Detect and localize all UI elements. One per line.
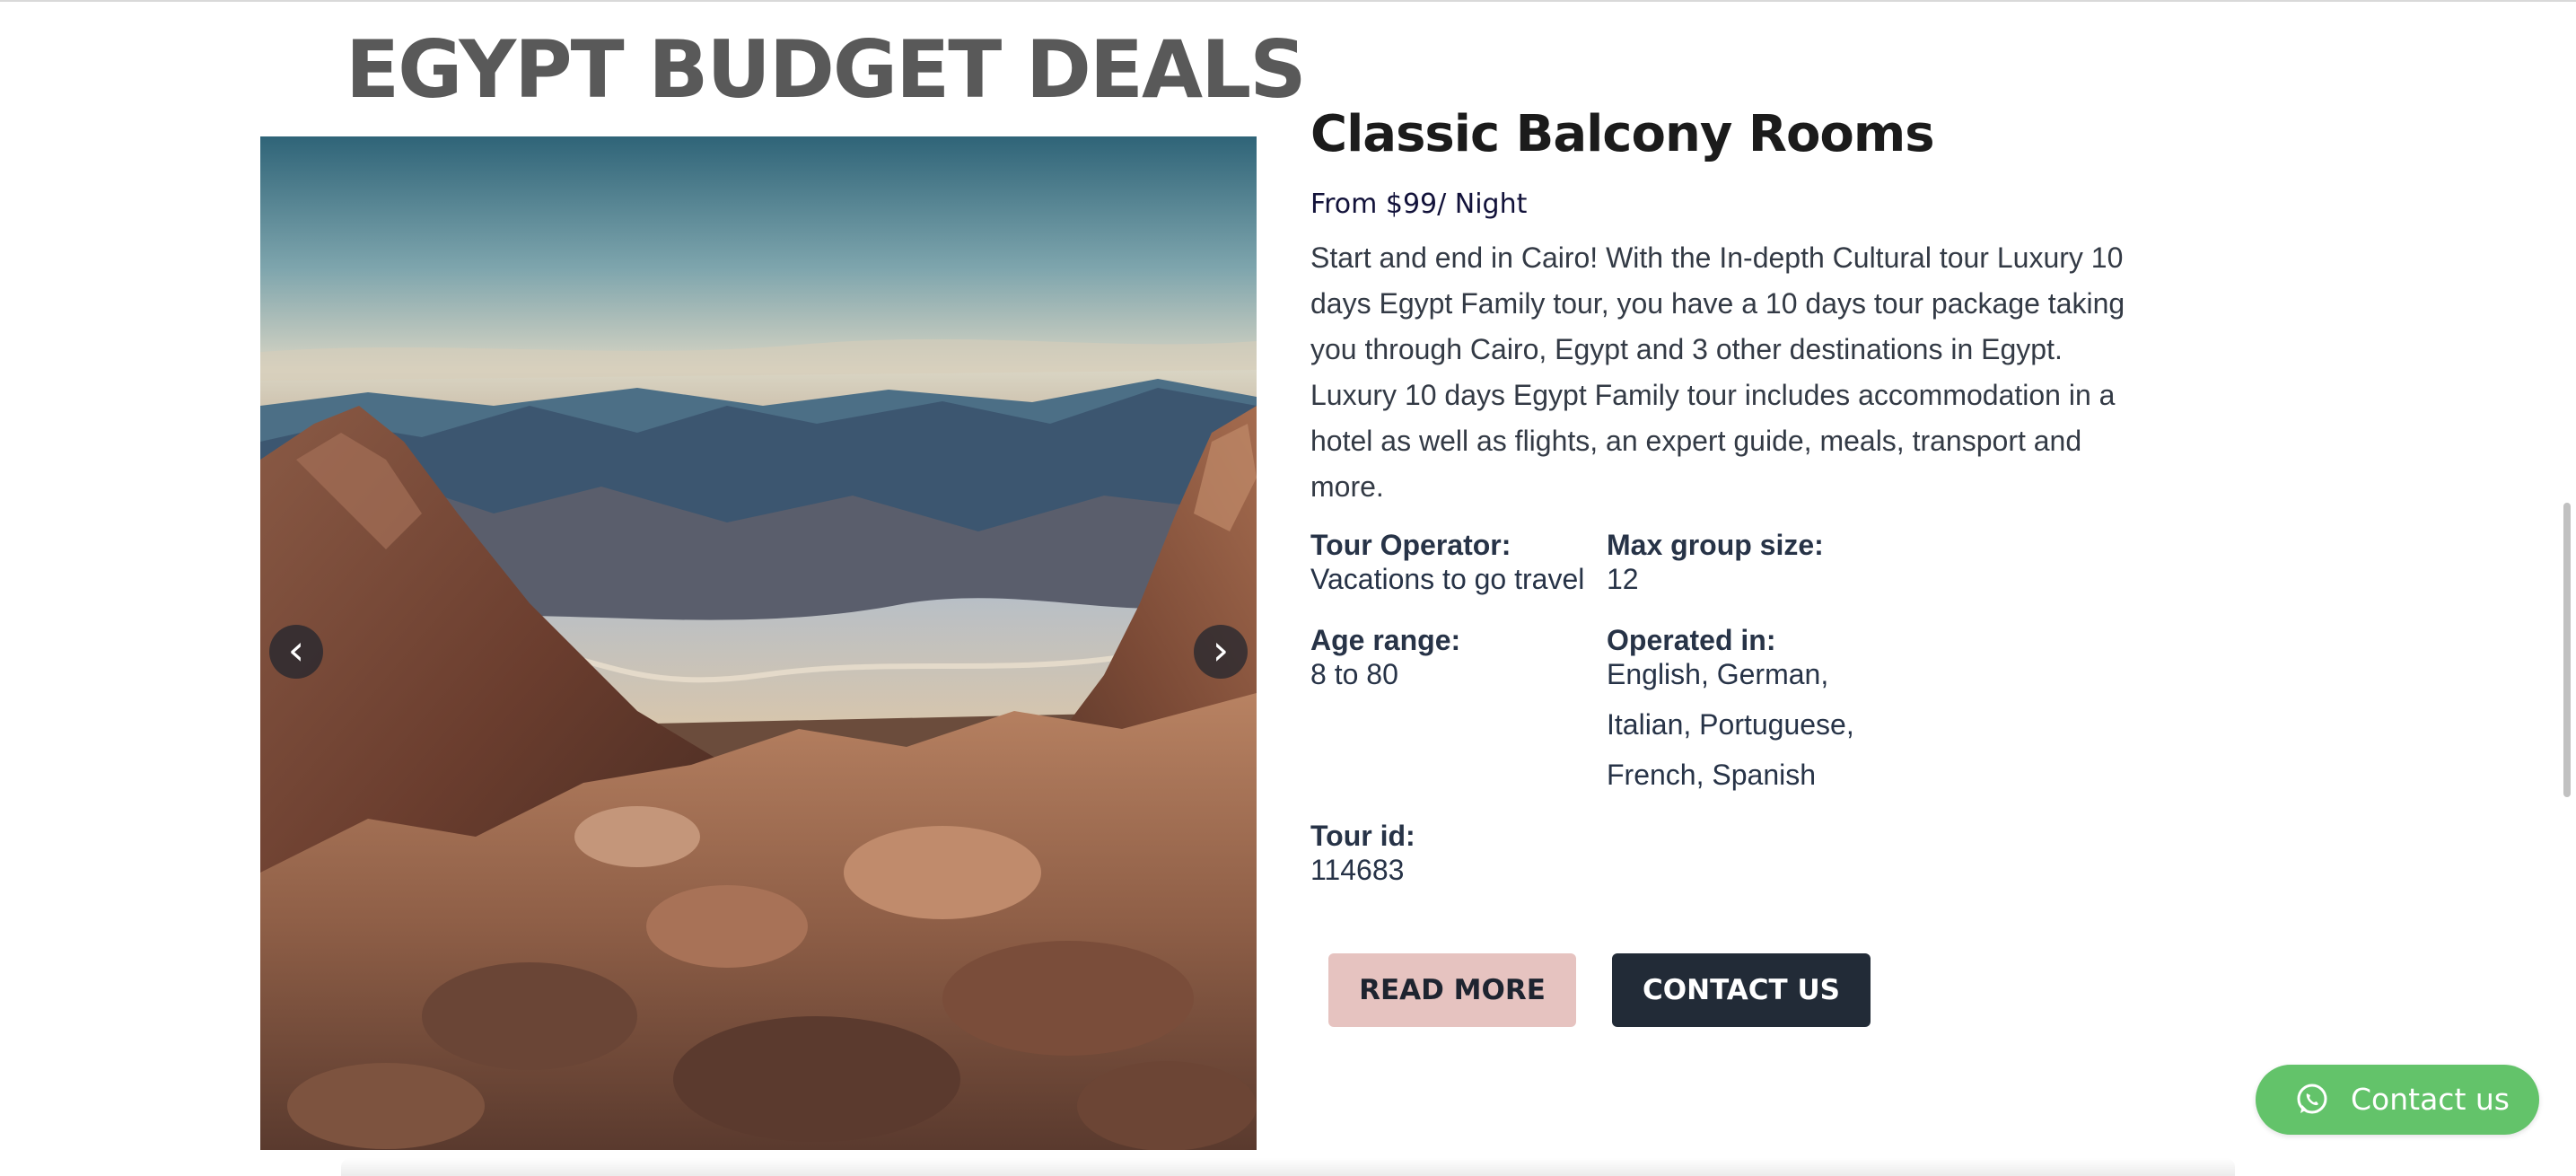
fact-value: Vacations to go travel xyxy=(1310,563,1585,595)
fact-tour-operator: Tour Operator: Vacations to go travel xyxy=(1310,528,1584,596)
offer-description: Start and end in Cairo! With the In-dept… xyxy=(1310,241,2125,503)
read-more-button[interactable]: READ MORE xyxy=(1328,953,1576,1027)
section-title: EGYPT BUDGET DEALS xyxy=(346,23,1307,116)
whatsapp-icon xyxy=(2297,1084,2327,1114)
offer-title: Classic Balcony Rooms xyxy=(1310,105,1935,163)
fact-label: Tour Operator: xyxy=(1310,529,1511,561)
fact-value: 8 to 80 xyxy=(1310,658,1398,690)
fact-value-line: Italian, Portuguese, xyxy=(1607,708,1854,741)
fact-label: Max group size: xyxy=(1607,529,1824,561)
fact-label: Tour id: xyxy=(1310,820,1415,852)
tour-image-carousel[interactable] xyxy=(260,136,1257,1150)
fact-age-range: Age range: 8 to 80 xyxy=(1310,623,1460,691)
offer-price: From $99/ Night xyxy=(1310,189,1528,220)
top-divider xyxy=(0,0,2576,2)
fact-operated-in: Operated in: English, German, Italian, P… xyxy=(1607,623,1854,800)
tour-photo xyxy=(260,136,1257,1150)
carousel-prev-button[interactable]: ‹ xyxy=(269,625,323,679)
contact-us-button[interactable]: CONTACT US xyxy=(1612,953,1871,1027)
carousel-next-button[interactable]: › xyxy=(1194,625,1248,679)
fact-value-line: English, German, xyxy=(1607,658,1829,690)
bottom-card-edge xyxy=(341,1158,2235,1176)
offer-details: Classic Balcony Rooms From $99/ Night St… xyxy=(1310,97,2136,510)
scrollbar-thumb[interactable] xyxy=(2563,503,2571,797)
fact-tour-id: Tour id: 114683 xyxy=(1310,819,1415,887)
fact-value: 12 xyxy=(1607,563,1639,595)
fact-label: Age range: xyxy=(1310,624,1461,656)
fact-value-line: French, Spanish xyxy=(1607,759,1817,791)
fact-value: 114683 xyxy=(1310,854,1405,886)
fact-max-group-size: Max group size: 12 xyxy=(1607,528,1824,596)
whatsapp-label: Contact us xyxy=(2351,1082,2510,1117)
whatsapp-contact-button[interactable]: Contact us xyxy=(2256,1065,2539,1135)
